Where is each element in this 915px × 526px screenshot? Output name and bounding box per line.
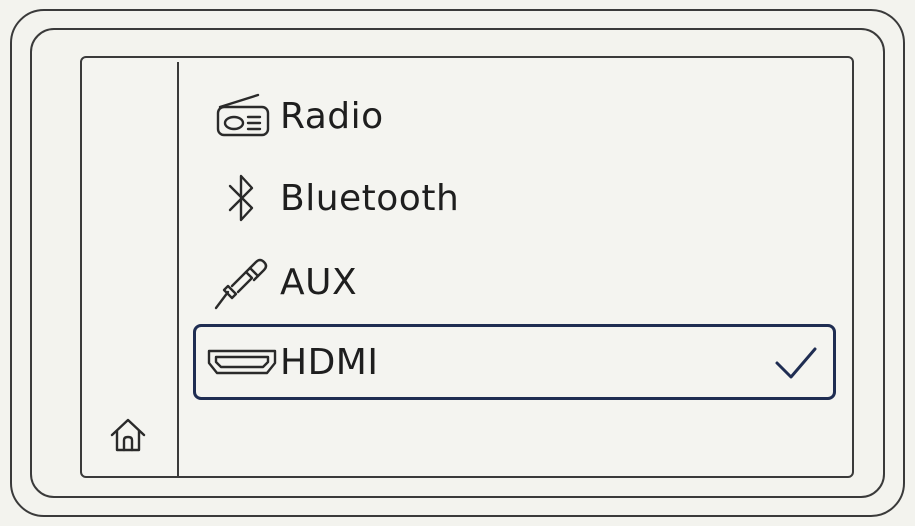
source-label-hdmi: HDMI — [280, 341, 379, 383]
sidebar-divider — [177, 62, 179, 476]
source-item-bluetooth[interactable]: Bluetooth — [193, 160, 836, 236]
source-label-bluetooth: Bluetooth — [280, 177, 460, 219]
source-label-aux: AUX — [280, 261, 358, 303]
radio-icon — [202, 86, 282, 146]
checkmark-icon — [775, 347, 817, 379]
aux-jack-icon — [202, 252, 282, 312]
home-icon — [110, 418, 146, 452]
hdmi-icon — [202, 332, 282, 392]
screen: Radio Bluetooth AUX HDMI — [80, 56, 854, 478]
source-item-aux[interactable]: AUX — [193, 244, 836, 320]
source-item-radio[interactable]: Radio — [193, 78, 836, 154]
source-label-radio: Radio — [280, 95, 384, 137]
bluetooth-icon — [202, 168, 282, 228]
source-item-hdmi[interactable]: HDMI — [193, 324, 836, 400]
home-button[interactable] — [100, 410, 156, 460]
